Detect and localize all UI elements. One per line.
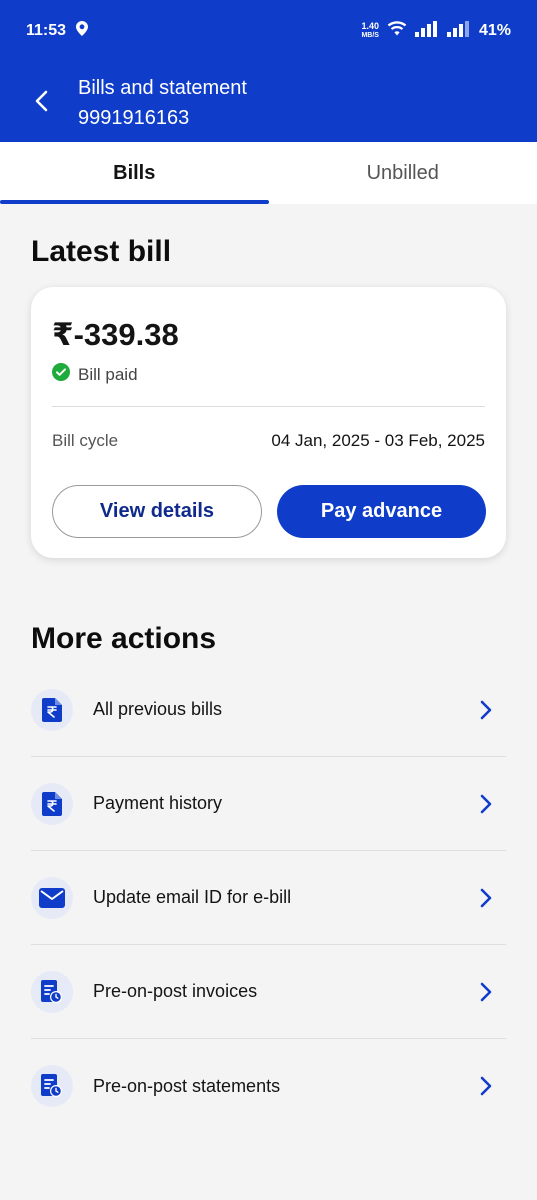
latest-bill-title: Latest bill <box>31 235 172 268</box>
check-circle-icon <box>52 363 70 386</box>
action-update-email[interactable]: Update email ID for e-bill <box>31 851 506 945</box>
action-payment-history[interactable]: Payment history <box>31 757 506 851</box>
network-speed-value: 1.40 <box>361 21 379 31</box>
more-actions-list: All previous bills Payment history Updat… <box>31 663 506 1133</box>
back-button[interactable] <box>24 84 58 118</box>
action-label: Payment history <box>93 793 223 813</box>
latest-bill-card: ₹-339.38 Bill paid Bill cycle 04 Jan, 20… <box>31 287 506 558</box>
card-divider <box>52 406 485 407</box>
envelope-icon <box>31 876 73 919</box>
chevron-right-icon <box>474 792 498 816</box>
action-label: All previous bills <box>93 699 223 719</box>
action-pre-on-post-statements[interactable]: Pre-on-post statements <box>31 1039 506 1133</box>
bill-status-label: Bill paid <box>78 364 138 384</box>
action-all-previous-bills[interactable]: All previous bills <box>31 663 506 757</box>
pay-advance-button[interactable]: Pay advance <box>277 485 486 538</box>
chevron-right-icon <box>474 1074 498 1098</box>
page-title: Bills and statement <box>78 77 247 99</box>
rupee-document-icon <box>31 782 73 825</box>
rupee-document-icon <box>31 688 73 731</box>
action-pre-on-post-invoices[interactable]: Pre-on-post invoices <box>31 945 506 1039</box>
tab-bar: Bills Unbilled <box>0 142 537 204</box>
bill-status: Bill paid <box>52 363 138 386</box>
bill-amount: ₹-339.38 <box>52 317 179 352</box>
action-label: Pre-on-post invoices <box>93 981 258 1001</box>
invoice-clock-icon <box>31 970 73 1013</box>
bill-cycle-value: 04 Jan, 2025 - 03 Feb, 2025 <box>271 431 485 450</box>
chevron-right-icon <box>474 698 498 722</box>
view-details-button[interactable]: View details <box>52 485 262 538</box>
tab-bills[interactable]: Bills <box>0 142 269 204</box>
status-bar: 11:53 1.40 MB/S 41% <box>0 0 537 62</box>
statement-clock-icon <box>31 1065 73 1107</box>
chevron-right-icon <box>474 980 498 1004</box>
network-speed-unit: MB/S <box>361 32 379 39</box>
action-label: Update email ID for e-bill <box>93 887 292 907</box>
account-number: 9991916163 <box>78 107 190 129</box>
action-label: Pre-on-post statements <box>93 1075 281 1096</box>
battery-level: 41% <box>478 22 511 39</box>
status-time: 11:53 <box>26 22 67 39</box>
signal-icon <box>414 20 439 42</box>
signal-icon-2 <box>446 20 471 42</box>
app-bar: Bills and statement 9991916163 <box>0 62 537 142</box>
chevron-right-icon <box>474 886 498 910</box>
network-speed: 1.40 MB/S <box>361 22 379 40</box>
bill-cycle-label: Bill cycle <box>52 431 119 450</box>
back-arrow-icon <box>35 90 48 112</box>
tab-unbilled[interactable]: Unbilled <box>269 142 537 204</box>
more-actions-title: More actions <box>31 622 217 655</box>
wifi-icon <box>387 21 407 41</box>
location-icon <box>76 21 89 41</box>
